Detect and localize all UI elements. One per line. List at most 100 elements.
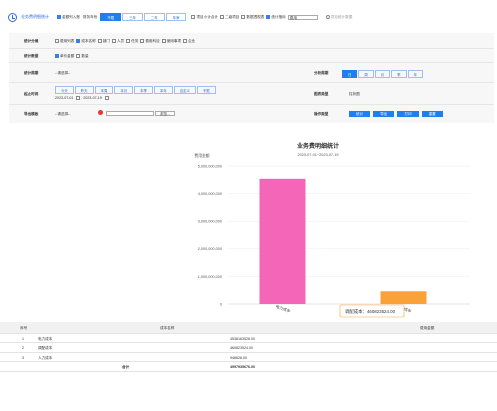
checkbox-option[interactable]: 成本名称 [76,39,96,44]
checkbox-icon[interactable] [220,14,225,19]
checkbox-icon[interactable] [140,39,145,44]
date-chip[interactable]: 今天 [55,86,74,94]
top-check[interactable]: 数据透视表 [241,15,264,19]
top-toolbar: 业务费明细统计 金额列入账 财务年份 不限 三年 二年 年审 项目小计合计 二级项目 数据… [0,0,497,34]
chart-bars [259,178,427,304]
export-select[interactable]: --请选择-- [55,112,71,117]
checkbox-icon[interactable] [161,39,166,44]
calendar-icon[interactable] [76,96,81,101]
checkbox-icon[interactable] [183,39,188,44]
cell-amount: 948626.00 [230,355,247,360]
time-unit-chip[interactable]: 月 [374,70,391,78]
checkbox-option[interactable]: 费用科目 [140,39,160,44]
date-label: 起止时间 [24,92,39,96]
checkbox-icon[interactable] [55,54,59,59]
stat-data-label: 统计数据 [24,54,39,58]
date-chip[interactable]: 本月 [114,86,134,94]
top-check[interactable]: 二级项目 [220,15,239,19]
required-icon [98,110,103,115]
calendar-icon[interactable] [104,96,109,101]
date-chip[interactable]: 本年 [153,86,173,94]
year-chip[interactable]: 不限 [100,13,122,21]
chart-tooltip: 调配成本：460823524.00 [339,304,405,318]
bar[interactable] [259,178,306,304]
stat-period-label: 统计周期 [24,71,39,75]
row-export: 导出模板 --请选择-- 浏览... 操作类型 统计 导出 打印 重置 [9,105,494,123]
total-label: 合计 [122,365,130,369]
checkbox-icon[interactable] [97,39,102,44]
cell-name: 调配成本 [38,346,53,350]
checkbox-option[interactable]: 人员 [111,39,124,44]
stat-select[interactable]: 费用 [287,14,318,20]
radio-icon[interactable] [325,14,330,19]
date-chip[interactable]: 自定义 [173,86,196,94]
checkbox-icon[interactable] [241,14,246,19]
chart-subtitle: 2023-07-01~2023-07-19 [297,153,338,157]
project-radio[interactable]: 项目统计数据 [325,14,352,20]
checkbox-icon[interactable] [55,39,59,44]
checkbox-icon[interactable] [76,54,81,59]
option-year: 财务年份 [82,14,98,19]
time-unit-chip[interactable]: 日 [342,70,358,78]
year-chip[interactable]: 二年 [143,13,165,21]
time-unit-chip[interactable]: 年 [407,70,423,78]
ops-label: 操作类型 [314,112,329,116]
date-chip[interactable]: 不限 [196,86,216,94]
chart-type-select[interactable]: 柱状图 [349,92,360,97]
total-amount: 4997935676.00 [230,365,255,369]
checkbox-icon[interactable] [111,39,116,44]
chart-type-label: 图表类型 [314,92,329,96]
stat-dim-group: 费用列表 成本名称 部门 人员 任务 费用科目 使用事项 企业 [55,39,197,44]
checkbox-icon[interactable] [57,14,61,19]
row-stat-dim: 统计分维 费用列表 成本名称 部门 人员 任务 费用科目 使用事项 企业 [9,33,494,49]
row-stat-data: 统计数据 单价金额 数量 [9,49,494,63]
header-amount: 费用金额 [420,326,435,330]
checkbox-option[interactable]: 费用列表 [55,39,74,44]
year-chip[interactable]: 年审 [165,13,187,21]
checkbox-option[interactable]: 企业 [183,39,195,44]
op-button[interactable]: 打印 [397,111,419,117]
date-chip[interactable]: 昨天 [74,86,94,94]
chart-yticks: 0 1,000,000,000 2,000,000,000 3,000,000,000… [198,164,222,306]
date-from[interactable]: 2023-07-01 [55,96,73,100]
time-unit-chip[interactable]: 周 [358,70,374,78]
checkbox-icon[interactable] [266,14,271,19]
checkbox-option[interactable]: 数量 [76,54,89,59]
row-period: 统计周期 --请选择-- 分析周期 日周月季年 [9,63,494,83]
stat-period-select[interactable]: --请选择-- [55,71,71,76]
time-unit-chip[interactable]: 季 [391,70,407,78]
checkbox-option[interactable]: 任务 [126,39,138,44]
op-button[interactable]: 统计 [349,111,371,117]
table-header: 序号 成本名称 费用金额 [0,322,497,334]
year-chip[interactable]: 三年 [122,13,143,21]
op-button[interactable]: 重置 [421,111,443,117]
bar[interactable] [380,291,427,304]
page-title: 业务费明细统计 [21,14,49,19]
file-input[interactable] [106,110,154,116]
checkbox-icon[interactable] [126,39,131,44]
row-date: 起止时间 今天 昨天 本周 本月 本季 本年 自定义 不限 2023-07-01 2023-0… [9,83,494,105]
date-to[interactable]: 2023-07-19 [83,96,101,100]
cell-name: 电力成本 [38,336,53,341]
filter-form: 统计分维 费用列表 成本名称 部门 人员 任务 费用科目 使用事项 企业 统计数据 单价金额数… [9,33,494,123]
checkbox-icon[interactable] [191,14,196,19]
option-amount[interactable]: 金额列入账 [57,15,80,20]
table-row: 1 电力成本 4536163526.00 [0,334,497,343]
y-tick-label: 3,000,000,000 [198,220,222,224]
checkbox-option[interactable]: 部门 [97,39,110,44]
x-tick-label: 电力成本 [275,304,291,314]
stat-option[interactable]: 统计指标 [266,14,286,20]
checkbox-option[interactable]: 使用事项 [161,39,181,44]
top-check-group: 项目小计合计 二级项目 数据透视表 [191,15,266,20]
op-button[interactable]: 导出 [373,111,395,117]
stat-data-group: 单价金额 数量 [55,54,91,59]
time-unit-label: 分析周期 [314,71,329,75]
checkbox-icon[interactable] [76,39,81,44]
date-chip[interactable]: 本季 [134,86,153,94]
checkbox-option[interactable]: 单价金额 [55,54,74,59]
ops-group: 统计 导出 打印 重置 [349,111,446,117]
browse-button[interactable]: 浏览... [155,110,175,116]
date-range[interactable]: 2023-07-01 2023-07-19 [55,96,110,101]
date-chip[interactable]: 本周 [94,86,114,94]
top-check[interactable]: 项目小计合计 [191,15,218,19]
